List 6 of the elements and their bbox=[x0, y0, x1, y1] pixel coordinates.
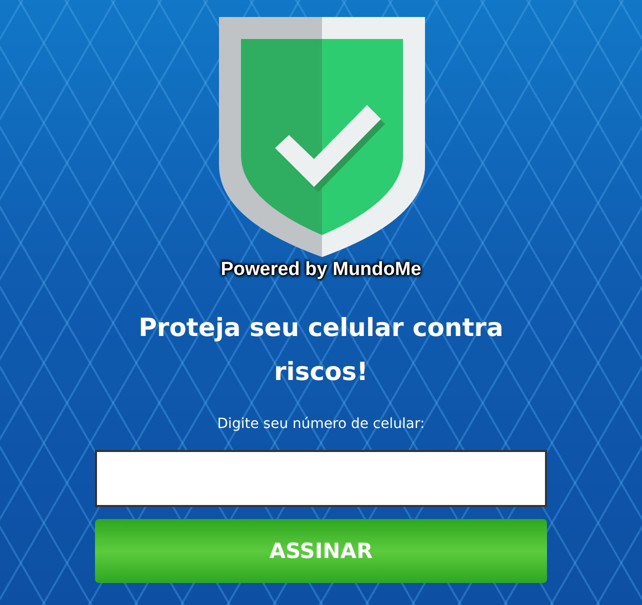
shield-check-icon bbox=[219, 15, 425, 257]
page-heading: Proteja seu celular contra riscos! bbox=[138, 312, 504, 388]
badge-caption: Powered by MundoMe bbox=[220, 259, 422, 281]
subscribe-button[interactable]: ASSINAR bbox=[95, 519, 547, 583]
field-label: Digite seu número de celular: bbox=[217, 416, 425, 432]
phone-input-field[interactable] bbox=[95, 450, 547, 507]
